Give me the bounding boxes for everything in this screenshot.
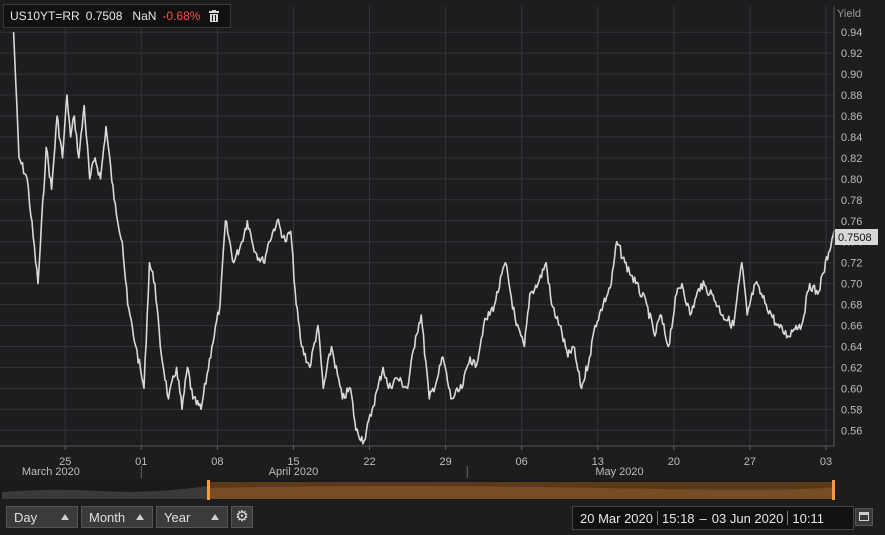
trash-icon[interactable] [208, 10, 220, 22]
x-tick-label: 27 [744, 456, 756, 468]
y-tick-label: 0.88 [841, 90, 862, 102]
month-label: April 2020 [269, 466, 319, 478]
y-tick-label: 0.82 [841, 153, 862, 165]
navigator-left-handle[interactable] [207, 480, 210, 500]
range-end-date: 03 Jun 2020 [711, 510, 784, 526]
x-tick-label: 20 [668, 456, 680, 468]
x-tick-label: 03 [820, 456, 832, 468]
y-tick-label: 0.68 [841, 300, 862, 312]
y-tick-label: 0.80 [841, 174, 862, 186]
navigator-right-handle[interactable] [832, 480, 835, 500]
y-tick-label: 0.94 [841, 27, 862, 39]
year-dropdown[interactable]: Year [156, 506, 228, 528]
y-tick-label: 0.78 [841, 195, 862, 207]
gear-icon[interactable]: ⚙ [231, 506, 253, 528]
y-tick-label: 0.76 [841, 216, 862, 228]
x-tick-label: 29 [439, 456, 451, 468]
last-value-text: 0.7508 [838, 232, 872, 244]
chevron-up-icon [211, 514, 219, 520]
y-tick-label: 0.70 [841, 279, 862, 291]
range-end-time: 10:11 [792, 510, 824, 526]
day-dropdown[interactable]: Day [6, 506, 78, 528]
series-nan: NaN [132, 9, 157, 23]
x-tick-label: 22 [363, 456, 375, 468]
day-label: Day [14, 509, 38, 525]
range-start-time: 15:18 [662, 510, 695, 526]
y-axis-title: Yield [837, 8, 861, 20]
series-change: -0.68% [162, 9, 201, 23]
y-tick-label: 0.90 [841, 69, 862, 81]
chevron-up-icon [136, 514, 144, 520]
y-tick-label: 0.92 [841, 48, 862, 60]
year-label: Year [164, 509, 191, 525]
y-tick-label: 0.84 [841, 132, 862, 144]
series-symbol: US10YT=RR [10, 9, 80, 23]
last-value-badge: 0.7508 [835, 229, 878, 245]
series-price: 0.7508 [85, 9, 123, 23]
range-start-date: 20 Mar 2020 [580, 510, 653, 526]
x-tick-label: 08 [211, 456, 223, 468]
month-label: Month [89, 509, 126, 525]
date-range-field[interactable]: 20 Mar 2020 15:18 – 03 Jun 2020 10:11 [572, 506, 854, 530]
series-legend: US10YT=RR 0.7508 NaN -0.68% [3, 4, 231, 28]
y-tick-label: 0.72 [841, 258, 862, 270]
chart-background [0, 0, 885, 500]
calendar-icon[interactable] [855, 508, 873, 526]
month-dropdown[interactable]: Month [81, 506, 153, 528]
y-tick-label: 0.58 [841, 404, 862, 416]
y-tick-label: 0.60 [841, 383, 862, 395]
y-tick-label: 0.62 [841, 362, 862, 374]
navigator[interactable] [0, 480, 835, 500]
month-label: March 2020 [22, 466, 80, 478]
chevron-up-icon [61, 514, 69, 520]
range-dash: – [699, 510, 707, 526]
y-tick-label: 0.66 [841, 321, 862, 333]
chart: 0.94 0.92 0.90 0.88 0.86 0.84 0.82 0.80 0.78 0.76… [0, 0, 885, 500]
y-tick-label: 0.86 [841, 111, 862, 123]
y-tick-label: 0.56 [841, 425, 862, 437]
x-tick-label: 06 [516, 456, 528, 468]
month-label: May 2020 [595, 466, 643, 478]
y-tick-label: 0.64 [841, 341, 862, 353]
